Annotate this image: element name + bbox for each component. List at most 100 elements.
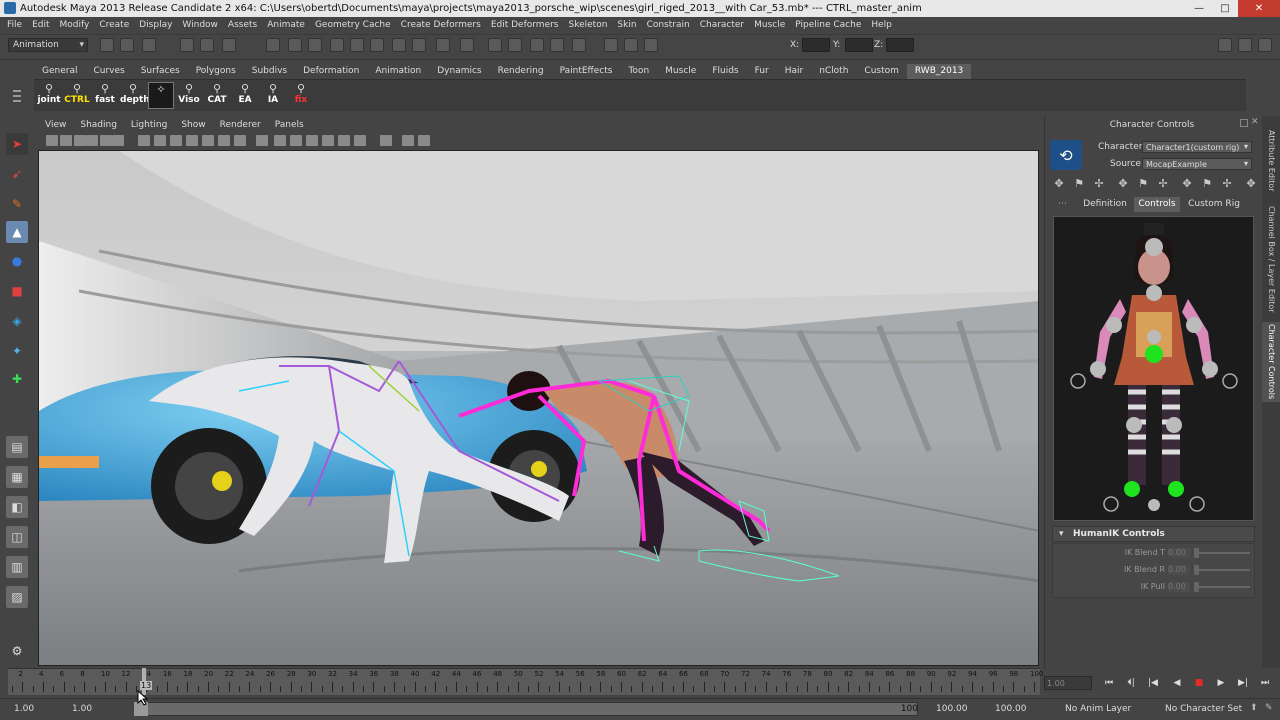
step-forward-key-icon[interactable]: ▶|	[1236, 677, 1250, 689]
shelf-button-ctrl[interactable]: ⚲ CTRL	[64, 82, 90, 109]
ik-row-value-field[interactable]: 0.00	[1168, 548, 1190, 558]
shelf-tab-rwb-2013[interactable]: RWB_2013	[906, 64, 972, 79]
shelf-button-ia[interactable]: ⚲ IA	[260, 82, 286, 109]
animation-end-field[interactable]: 100.00	[992, 702, 1046, 716]
full-body-icon[interactable]: ✢	[1092, 177, 1106, 191]
select-hierarchy-icon[interactable]	[180, 38, 194, 52]
mirror-icon[interactable]: ✢	[1220, 177, 1234, 191]
ik-row-slider-handle[interactable]	[1194, 548, 1199, 558]
preferences-icon[interactable]: ✎	[1265, 703, 1273, 713]
shelf-tab-ncloth[interactable]: nCloth	[811, 64, 856, 79]
history-icon[interactable]	[392, 38, 406, 52]
y-field[interactable]	[845, 38, 873, 52]
float-panel-icon[interactable]	[1240, 119, 1248, 127]
snap-plane-icon[interactable]	[350, 38, 364, 52]
shelf-tab-surfaces[interactable]: Surfaces	[133, 64, 188, 79]
panel-menu-panels[interactable]: Panels	[268, 120, 311, 130]
stop-icon[interactable]: ■	[1192, 677, 1206, 689]
safe-action-icon[interactable]	[218, 135, 230, 146]
shelf-tab-hair[interactable]: Hair	[777, 64, 811, 79]
outliner-layout-icon[interactable]: ▨	[6, 586, 28, 608]
character-dropdown[interactable]: Character1(custom rig)	[1142, 141, 1252, 153]
snap-curve-icon[interactable]	[308, 38, 322, 52]
tab-scroll-icon[interactable]: ⋯	[1058, 199, 1067, 209]
shelf-tab-fluids[interactable]: Fluids	[704, 64, 746, 79]
menu-geometry-cache[interactable]: Geometry Cache	[310, 17, 396, 34]
perspective-viewport[interactable]	[38, 150, 1039, 666]
shelf-button-fast[interactable]: ⚲ fast	[92, 82, 118, 109]
shelf-tab-subdivs[interactable]: Subdivs	[244, 64, 295, 79]
grease-pencil-icon[interactable]	[112, 135, 124, 146]
rotate-tool-icon[interactable]: ●	[6, 250, 28, 272]
menu-create[interactable]: Create	[94, 17, 134, 34]
shelf-tab-general[interactable]: General	[34, 64, 85, 79]
render-settings-icon[interactable]	[530, 38, 544, 52]
anim-layer-dropdown[interactable]: No Anim Layer	[1062, 702, 1152, 716]
four-view-layout-icon[interactable]: ▦	[6, 466, 28, 488]
humanik-controls-header[interactable]: HumanIK Controls	[1052, 526, 1255, 542]
shelf-tab-animation[interactable]: Animation	[367, 64, 429, 79]
film-gate-icon[interactable]	[154, 135, 166, 146]
use-lights-icon[interactable]	[322, 135, 334, 146]
z-field[interactable]	[886, 38, 914, 52]
ipr-render-icon[interactable]	[508, 38, 522, 52]
move-tool-icon[interactable]: ▲	[6, 221, 28, 243]
shelf-tab-fur[interactable]: Fur	[747, 64, 777, 79]
lasso-tool-icon[interactable]: ➹	[6, 163, 28, 185]
ik-row-value-field[interactable]: 0.00	[1168, 565, 1190, 575]
field-chart-icon[interactable]	[202, 135, 214, 146]
ik-row-slider[interactable]	[1194, 569, 1250, 571]
default-material-icon[interactable]	[274, 135, 286, 146]
shelf-tab-rendering[interactable]: Rendering	[490, 64, 552, 79]
shelf-tab-deformation[interactable]: Deformation	[295, 64, 367, 79]
shaded-wireframe-icon[interactable]	[290, 135, 302, 146]
playback-start-field[interactable]: 1.00	[72, 702, 92, 716]
close-panel-icon[interactable]: ✕	[1251, 117, 1259, 127]
select-object-icon[interactable]	[200, 38, 214, 52]
menu-animate[interactable]: Animate	[262, 17, 310, 34]
shelf-button-cat[interactable]: ⚲ CAT	[204, 82, 230, 109]
x-field[interactable]	[802, 38, 830, 52]
bookmark-icon[interactable]	[74, 135, 86, 146]
auto-key-icon[interactable]: ⬆	[1250, 703, 1258, 713]
select-camera-icon[interactable]	[46, 135, 58, 146]
ik-row-slider[interactable]	[1194, 552, 1250, 554]
ik-row-value-field[interactable]: 0.00	[1168, 582, 1190, 592]
menu-skin[interactable]: Skin	[612, 17, 641, 34]
shelf-button-pose-tool[interactable]: ✧	[148, 82, 174, 109]
side-tab-channel-box-layer-editor[interactable]: Channel Box / Layer Editor	[1262, 204, 1280, 314]
side-tab-attribute-editor[interactable]: Attribute Editor	[1262, 126, 1280, 196]
menu-edit-deformers[interactable]: Edit Deformers	[486, 17, 564, 34]
smooth-shade-icon[interactable]	[256, 135, 268, 146]
soft-select-icon[interactable]	[624, 38, 638, 52]
paint-select-tool-icon[interactable]: ✎	[6, 193, 28, 215]
grid-icon[interactable]	[138, 135, 150, 146]
menu-help[interactable]: Help	[866, 17, 897, 34]
humanik-logo-icon[interactable]: ⟲	[1050, 140, 1082, 170]
go-to-end-icon[interactable]: ⏭	[1258, 677, 1272, 689]
lights-icon[interactable]	[604, 38, 618, 52]
menu-set-dropdown[interactable]: Animation	[8, 38, 88, 52]
symmetry-icon[interactable]	[644, 38, 658, 52]
soft-modification-icon[interactable]: ✦	[6, 340, 28, 362]
menu-window[interactable]: Window	[177, 17, 223, 34]
snap-point-icon[interactable]	[330, 38, 344, 52]
menu-constrain[interactable]: Constrain	[642, 17, 695, 34]
shelf-tab-dynamics[interactable]: Dynamics	[429, 64, 489, 79]
camera-attributes-icon[interactable]	[60, 135, 72, 146]
construction-history-icon[interactable]	[460, 38, 474, 52]
tab-controls[interactable]: Controls	[1134, 197, 1180, 212]
select-reach-icon[interactable]: ⚑	[1072, 177, 1086, 191]
image-plane-icon[interactable]	[86, 135, 98, 146]
show-manipulator-icon[interactable]: ✚	[6, 368, 28, 390]
play-forwards-icon[interactable]: ▶	[1214, 677, 1228, 689]
gate-mask-icon[interactable]	[186, 135, 198, 146]
ik-row-slider-handle[interactable]	[1194, 582, 1199, 592]
hypershade-icon[interactable]	[550, 38, 564, 52]
menu-edit[interactable]: Edit	[27, 17, 54, 34]
current-time-field[interactable]: 1.00	[1044, 676, 1092, 690]
panel-menu-renderer[interactable]: Renderer	[213, 120, 268, 130]
menu-muscle[interactable]: Muscle	[749, 17, 790, 34]
close-button[interactable]: ✕	[1238, 0, 1280, 17]
textured-icon[interactable]	[306, 135, 318, 146]
